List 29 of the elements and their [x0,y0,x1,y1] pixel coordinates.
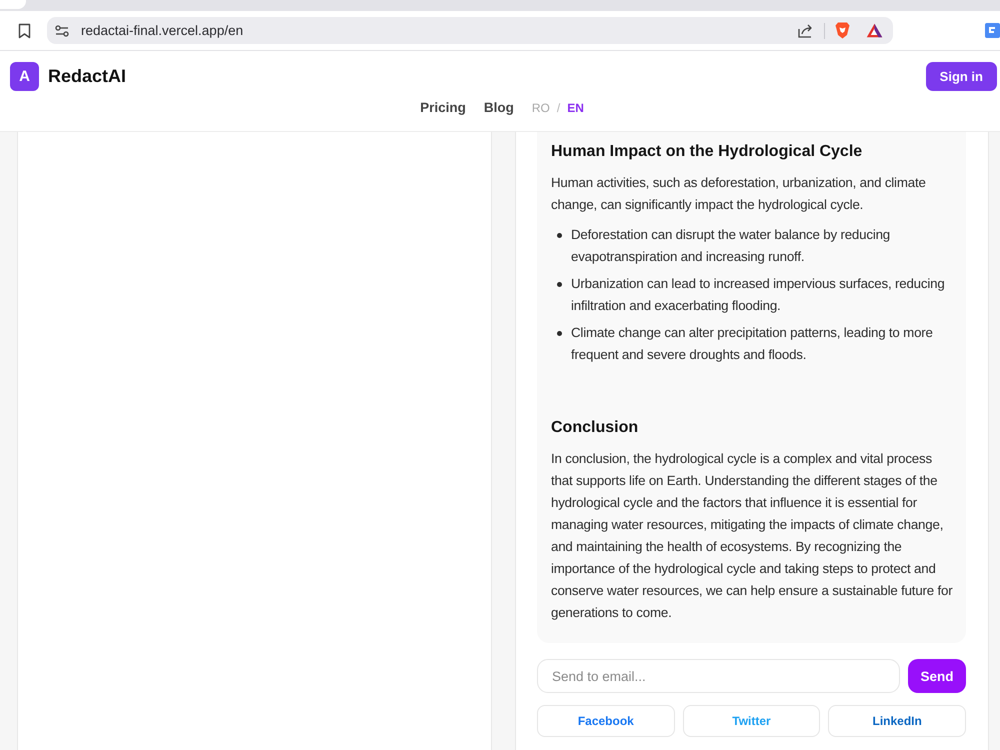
extension-tile-icon[interactable] [985,23,1000,38]
section-paragraph: Human activities, such as deforestation, urbanization, and climate change, can significantly impact the hydrological cycle. [551,174,927,214]
section-paragraph: In conclusion, the hydrological cycle is a complex and vital process that supports life on Earth. Understanding the different stages of the hydrological cycle and the factors that influence it is essential for managing water resources, mitigating the impacts of climate change, and maintaining the health of ecosystems. By recognizing the importance of the hydrological cycle and taking steps to protect and conserve water resources, we can help ensure a sustainable future for generations to come. [551,450,954,622]
share-button[interactable]: LinkedIn [828,705,966,737]
language-link[interactable]: EN [567,100,584,114]
nav-link[interactable]: Pricing [420,100,466,115]
language-separator: / [556,100,560,114]
bullet-icon [557,233,562,238]
share-icon[interactable] [798,23,814,38]
bullet-text: Urbanization can lead to increased impervious surfaces, reducing infiltration and exacerbating flooding. [571,275,946,315]
lion-shield-icon[interactable] [835,22,850,39]
tune-icon[interactable] [55,24,69,36]
bullet-icon [557,331,562,336]
email-input[interactable]: Send to email... [537,659,900,693]
logo-tile[interactable]: A [10,62,39,91]
send-button[interactable]: Send [908,659,966,693]
share-button[interactable]: Facebook [537,705,675,737]
brand-name: RedactAI [48,66,126,87]
section-heading: Human Impact on the Hydrological Cycle [551,142,864,162]
bullet-icon [557,282,562,287]
bullet-text: Deforestation can disrupt the water balance by reducing evapotranspiration and increasing runoff. [571,226,892,266]
sign-in-button[interactable]: Sign in [926,62,997,91]
address-bar[interactable]: redactai-final.vercel.app/en [47,17,893,44]
bullet-text: Climate change can alter precipitation patterns, leading to more frequent and severe droughts and floods. [571,324,934,364]
section-heading: Conclusion [551,418,640,438]
nav-link[interactable]: Blog [484,100,514,115]
url-text: redactai-final.vercel.app/en [81,23,244,38]
triangle-icon[interactable] [866,23,883,38]
bookmark-icon[interactable] [18,22,31,38]
